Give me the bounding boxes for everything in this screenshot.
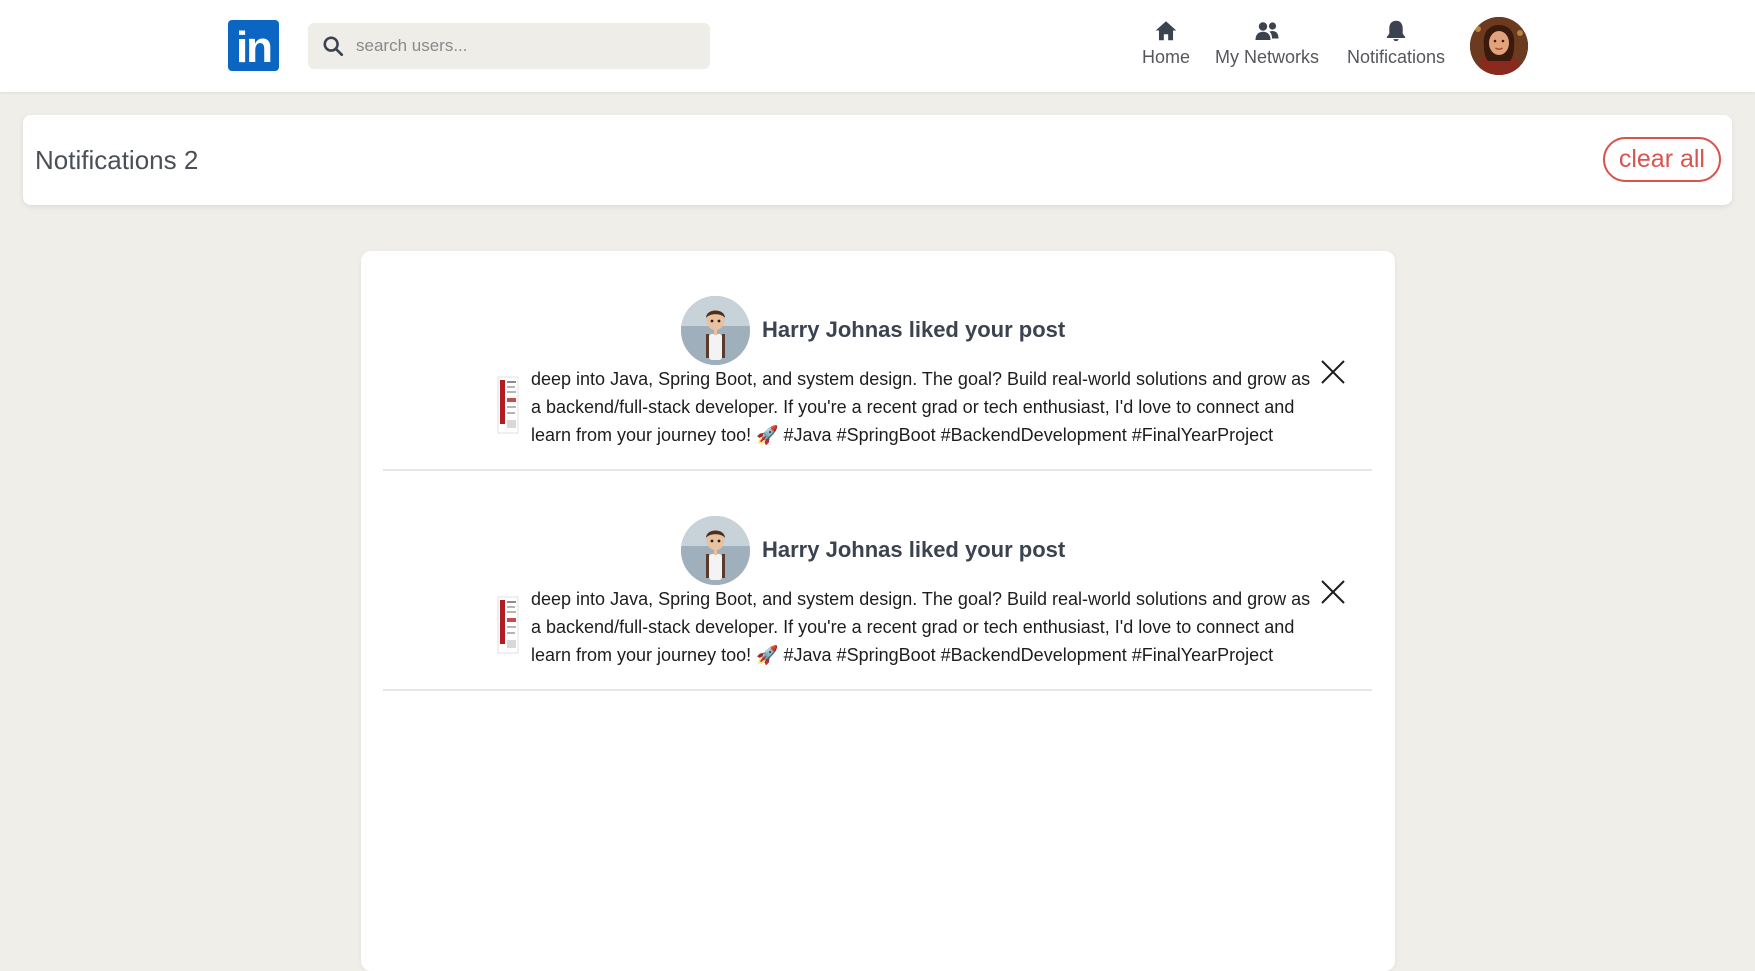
notification-item[interactable]: Harry Johnas liked your post deep into J…: [383, 471, 1372, 691]
top-navbar: in Home My Networks Notifications: [0, 0, 1755, 92]
post-excerpt: deep into Java, Spring Boot, and system …: [531, 589, 1311, 665]
profile-photo: [1470, 17, 1528, 75]
notifications-header: Notifications 2 clear all: [23, 115, 1732, 205]
home-icon: [1155, 21, 1177, 41]
clear-all-button[interactable]: clear all: [1602, 137, 1721, 182]
actor-avatar[interactable]: [681, 296, 750, 365]
actor-photo: [681, 516, 750, 585]
nav-my-networks[interactable]: My Networks: [1210, 18, 1324, 74]
nav-notifications-label: Notifications: [1346, 47, 1446, 67]
close-icon[interactable]: [1319, 358, 1347, 386]
notification-headline: Harry Johnas liked your post: [762, 537, 1066, 562]
actor-photo: [681, 296, 750, 365]
people-icon: [1255, 22, 1279, 40]
notifications-title: Notifications 2: [35, 145, 199, 175]
post-thumbnail[interactable]: [497, 376, 519, 434]
post-excerpt: deep into Java, Spring Boot, and system …: [531, 369, 1311, 445]
search-input[interactable]: [356, 26, 696, 66]
linkedin-logo[interactable]: in: [228, 20, 279, 72]
bell-icon: [1386, 20, 1406, 42]
nav-home-label: Home: [1141, 47, 1190, 67]
notification-headline: Harry Johnas liked your post: [762, 317, 1066, 342]
profile-avatar[interactable]: [1470, 17, 1528, 75]
notification-item[interactable]: Harry Johnas liked your post deep into J…: [383, 251, 1372, 471]
nav-notifications[interactable]: Notifications: [1340, 18, 1452, 74]
notifications-list: Harry Johnas liked your post deep into J…: [361, 251, 1395, 971]
search-icon: [323, 36, 344, 57]
nav-home[interactable]: Home: [1138, 18, 1194, 74]
search-bar[interactable]: [308, 23, 710, 69]
post-thumbnail[interactable]: [497, 596, 519, 654]
nav-my-networks-label: My Networks: [1214, 47, 1319, 67]
close-icon[interactable]: [1319, 578, 1347, 606]
actor-avatar[interactable]: [681, 516, 750, 585]
